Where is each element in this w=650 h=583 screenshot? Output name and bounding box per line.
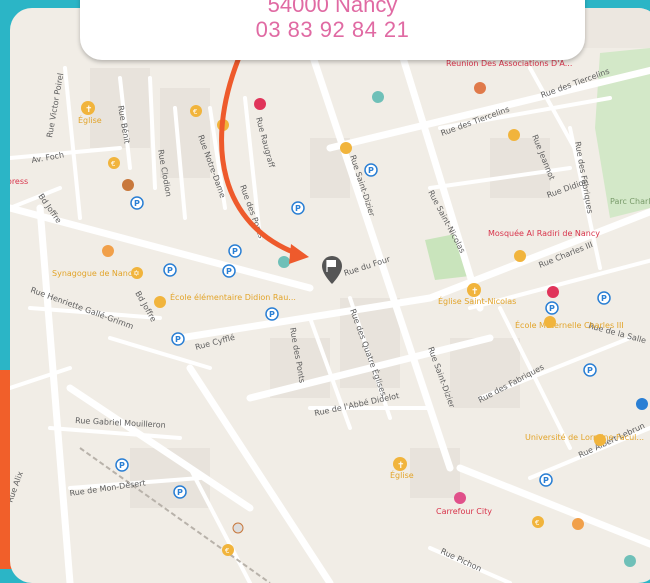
svg-text:P: P bbox=[167, 266, 173, 275]
svg-text:€: € bbox=[225, 547, 229, 555]
svg-text:✝: ✝ bbox=[471, 287, 479, 297]
place-label-eglise: Église bbox=[78, 114, 102, 125]
svg-text:P: P bbox=[175, 335, 181, 344]
parking-icon[interactable]: P bbox=[291, 201, 305, 215]
parking-icon[interactable]: P bbox=[130, 196, 144, 210]
street-label: Rue des Ponts bbox=[238, 184, 266, 240]
shop-icon[interactable] bbox=[232, 522, 244, 534]
parking-icon[interactable]: P bbox=[597, 291, 611, 305]
parking-icon[interactable]: P bbox=[163, 263, 177, 277]
community-icon[interactable] bbox=[474, 82, 486, 94]
street-label: Rue Gabriel Mouilleron bbox=[75, 416, 166, 430]
svg-text:€: € bbox=[111, 160, 115, 168]
medical-icon[interactable] bbox=[278, 256, 290, 268]
svg-text:P: P bbox=[543, 476, 549, 485]
bus-icon[interactable] bbox=[636, 398, 648, 410]
theater-icon[interactable] bbox=[547, 286, 559, 298]
svg-text:P: P bbox=[587, 366, 593, 375]
parking-icon[interactable]: P bbox=[222, 264, 236, 278]
shopping-cart-icon[interactable] bbox=[454, 492, 466, 504]
building-blocks bbox=[90, 68, 550, 508]
svg-text:€: € bbox=[193, 108, 197, 116]
svg-text:P: P bbox=[295, 204, 301, 213]
cafe-icon[interactable] bbox=[122, 179, 134, 191]
place-label-reunion: Reunion Des Associations D'A... bbox=[446, 59, 572, 68]
svg-text:P: P bbox=[177, 488, 183, 497]
parking-icon[interactable]: P bbox=[115, 458, 129, 472]
svg-text:P: P bbox=[549, 304, 555, 313]
svg-text:€: € bbox=[535, 519, 539, 527]
restaurant-icon[interactable] bbox=[217, 119, 229, 131]
place-label-universite: Université de Lorraine Facul... bbox=[525, 432, 644, 442]
mosque-icon[interactable] bbox=[514, 250, 526, 262]
place-label-carrefour: Carrefour City bbox=[436, 507, 492, 516]
medical-icon[interactable] bbox=[624, 555, 636, 567]
parking-icon[interactable]: P bbox=[228, 244, 242, 258]
street-label: Rue Alix bbox=[10, 470, 25, 504]
svg-text:P: P bbox=[232, 247, 238, 256]
svg-text:P: P bbox=[269, 310, 275, 319]
street-label: Rue Pichon bbox=[439, 547, 483, 574]
address-card: 54000 Nancy 03 83 92 84 21 bbox=[80, 0, 585, 60]
restaurant-icon[interactable] bbox=[102, 245, 114, 257]
svg-text:P: P bbox=[134, 199, 140, 208]
place-label-ecole: École élémentaire Didion Rau... bbox=[170, 291, 296, 302]
svg-text:P: P bbox=[601, 294, 607, 303]
street-map[interactable]: Rue Victor Poirel Av. Foch Bd Joffre Rue… bbox=[10, 8, 650, 583]
street-label: Av. Foch bbox=[31, 150, 65, 165]
school-icon[interactable] bbox=[154, 296, 166, 308]
parking-icon[interactable]: P bbox=[171, 332, 185, 346]
svg-text:✝: ✝ bbox=[397, 461, 405, 471]
place-label-synagogue: Synagogue de Nancy bbox=[52, 269, 137, 278]
school-icon[interactable] bbox=[508, 129, 520, 141]
svg-text:✝: ✝ bbox=[85, 105, 93, 115]
svg-text:P: P bbox=[226, 267, 232, 276]
place-label-express: xpress bbox=[10, 177, 28, 186]
svg-text:P: P bbox=[119, 461, 125, 470]
place-label-parc: Parc Charle bbox=[610, 197, 650, 206]
flag-icon[interactable] bbox=[254, 98, 266, 110]
svg-text:P: P bbox=[368, 166, 374, 175]
map-canvas[interactable]: Rue Victor Poirel Av. Foch Bd Joffre Rue… bbox=[10, 8, 650, 583]
shop-icon[interactable] bbox=[340, 142, 352, 154]
svg-text:✡: ✡ bbox=[133, 269, 140, 278]
parking-icon[interactable]: P bbox=[583, 363, 597, 377]
bar-icon[interactable] bbox=[572, 518, 584, 530]
page-frame: Rue Victor Poirel Av. Foch Bd Joffre Rue… bbox=[0, 0, 650, 583]
parking-icon[interactable]: P bbox=[265, 307, 279, 321]
parking-icon[interactable]: P bbox=[173, 485, 187, 499]
parking-icon[interactable]: P bbox=[364, 163, 378, 177]
parking-icon[interactable]: P bbox=[545, 301, 559, 315]
school-icon[interactable] bbox=[544, 316, 556, 328]
street-label: Rue Victor Poirel bbox=[45, 72, 65, 138]
place-label-mosquee: Mosquée Al Radiri de Nancy bbox=[488, 228, 600, 238]
phone-number[interactable]: 03 83 92 84 21 bbox=[80, 17, 585, 43]
address-city-line: 54000 Nancy bbox=[267, 0, 398, 17]
street-label: Rue Raugraff bbox=[254, 116, 276, 169]
location-marker[interactable] bbox=[322, 256, 342, 284]
school-icon[interactable] bbox=[594, 434, 606, 446]
parking-icon[interactable]: P bbox=[539, 473, 553, 487]
place-label-ecole-charles: École Maternelle Charles III bbox=[515, 319, 624, 330]
medical-icon[interactable] bbox=[372, 91, 384, 103]
